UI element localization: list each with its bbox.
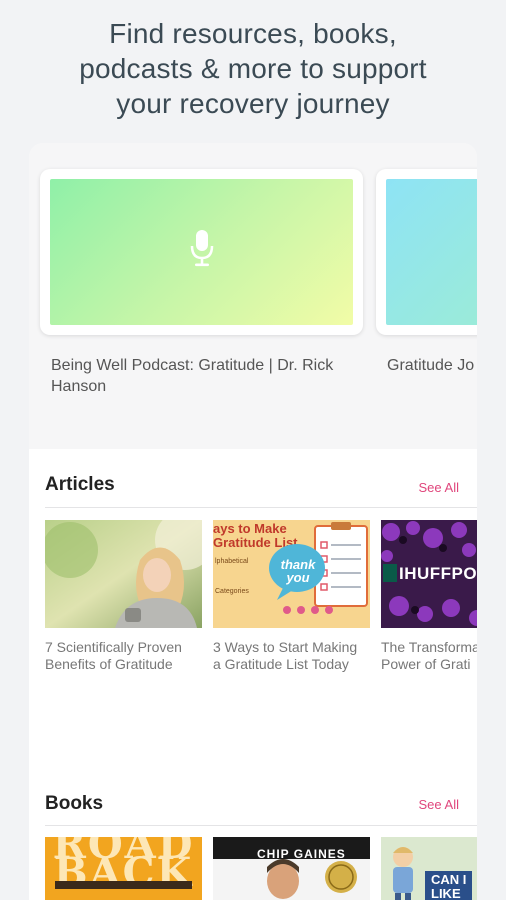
book-cover[interactable]: CAN I LIKE (381, 837, 477, 900)
page-headline: Find resources, books, podcasts & more t… (0, 16, 506, 121)
podcast-title[interactable]: Gratitude Jo (387, 355, 477, 376)
book-cover-text: CAN I (431, 872, 467, 887)
podcast-title-line: Being Well Podcast: Gratitude | Dr. Rick (51, 357, 334, 374)
article-caption-line: a Gratitude List Today (213, 656, 349, 672)
article-caption[interactable]: The Transforma Power of Grati (381, 639, 477, 673)
articles-see-all-link[interactable]: See All (419, 480, 459, 495)
resources-panel: Being Well Podcast: Gratitude | Dr. Rick… (29, 143, 477, 900)
cover-band (55, 881, 192, 889)
divider (45, 507, 477, 508)
article-caption-line: The Transforma (381, 639, 477, 655)
headline-line-3: your recovery journey (116, 88, 390, 119)
podcast-card[interactable] (376, 169, 477, 335)
article-caption-line: 3 Ways to Start Making (213, 639, 358, 655)
podcast-card[interactable] (40, 169, 363, 335)
article-thumbnail-woman[interactable] (45, 520, 202, 628)
podcast-thumbnail (50, 179, 353, 325)
article-thumbnail-gratitude-list[interactable]: ays to Make Gratitude List lphabetical C… (213, 520, 370, 628)
logo-mark (383, 564, 397, 582)
articles-section: Articles See All 7 Scientifically Proven… (29, 449, 477, 793)
book-cover-text: LIKE (431, 886, 461, 900)
article-caption[interactable]: 3 Ways to Start Making a Gratitude List … (213, 639, 373, 673)
book-cover[interactable]: ROAD BACK (45, 837, 202, 900)
author-portrait (267, 859, 357, 899)
articles-heading: Articles (45, 474, 115, 495)
books-see-all-link[interactable]: See All (419, 797, 459, 812)
article-caption-line: Power of Grati (381, 656, 471, 672)
podcast-carousel[interactable]: Being Well Podcast: Gratitude | Dr. Rick… (29, 143, 477, 449)
podcast-thumbnail (386, 179, 477, 325)
book-cover[interactable]: CHIP GAINES (213, 837, 370, 900)
book-title-box: CAN I LIKE (425, 871, 473, 900)
podcast-title-line: Hanson (51, 378, 107, 395)
podcast-title-line: Gratitude Jo (387, 357, 475, 374)
books-section: Books See All ROAD BACK CHIP GAINES CAN … (29, 793, 477, 900)
article-thumbnail-huffpost[interactable]: IHUFFPO (381, 520, 477, 628)
microphone-icon (190, 230, 214, 267)
huffpost-logo-text: IHUFFPO (399, 564, 477, 583)
divider (45, 825, 477, 826)
article-caption-line: 7 Scientifically Proven (45, 639, 182, 655)
headline-line-1: Find resources, books, (109, 18, 397, 49)
podcast-title[interactable]: Being Well Podcast: Gratitude | Dr. Rick… (51, 355, 371, 397)
speech-bubble-text: thank you (280, 557, 316, 585)
books-heading: Books (45, 793, 104, 814)
article-caption[interactable]: 7 Scientifically Proven Benefits of Grat… (45, 639, 205, 673)
headline-line-2: podcasts & more to support (79, 53, 427, 84)
article-caption-line: Benefits of Gratitude (45, 656, 173, 672)
